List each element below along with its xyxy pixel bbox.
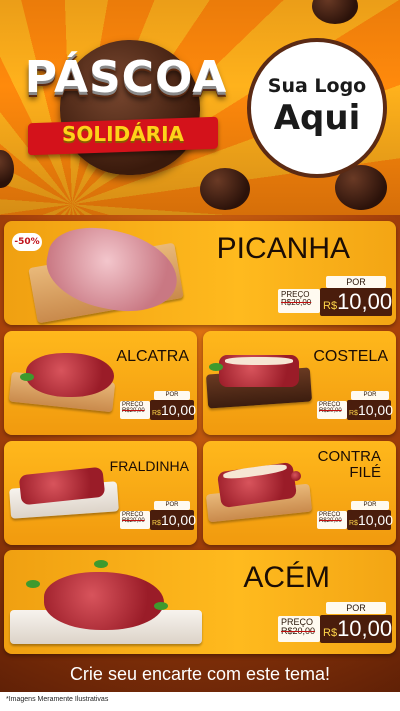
product-card-costela: COSTELA POR PREÇO R$20,00 R$10,00 xyxy=(203,331,396,435)
product-card-picanha: -50% PICANHA POR PREÇO R$20,00 R$10,00 xyxy=(4,221,396,325)
old-price: R$20,00 xyxy=(319,408,342,414)
price-value: 10,00 xyxy=(357,402,393,418)
currency: R$ xyxy=(349,410,358,417)
herb-garnish xyxy=(209,363,223,371)
price-label-box: PREÇO R$20,00 xyxy=(120,511,150,529)
por-label: POR xyxy=(326,276,386,288)
por-label: POR xyxy=(351,501,389,510)
price-value: 10,00 xyxy=(357,512,393,528)
logo-text-line1: Sua Logo xyxy=(267,75,367,97)
product-card-contra-file: CONTRA FILÉ POR PREÇO R$20,00 R$10,00 xyxy=(203,441,396,545)
product-name: FRALDINHA xyxy=(109,458,189,474)
currency: R$ xyxy=(349,520,358,527)
por-label: POR xyxy=(326,602,386,614)
price-box: R$10,00 xyxy=(150,400,196,420)
herb-garnish xyxy=(26,580,40,588)
product-name: ALCATRA xyxy=(116,348,189,365)
currency: R$ xyxy=(323,300,338,312)
currency: R$ xyxy=(152,410,161,417)
price-label-box: PREÇO R$20,00 xyxy=(278,289,320,313)
product-name-line1: CONTRA xyxy=(317,448,381,465)
price-box: R$10,00 xyxy=(320,615,392,643)
price-value: 10,00 xyxy=(337,616,393,641)
price-label-box: PREÇO R$20,00 xyxy=(120,401,150,419)
herb-garnish xyxy=(94,560,108,568)
product-card-acem: ACÉM POR PREÇO R$20,00 R$10,00 xyxy=(4,550,396,654)
old-price: R$20,00 xyxy=(281,626,316,636)
product-name: PICANHA xyxy=(216,232,350,265)
price-box: R$10,00 xyxy=(320,288,392,316)
tomato-garnish xyxy=(291,471,301,481)
chocolate-egg-decoration xyxy=(200,168,250,210)
footer-disclaimer: *Imagens Meramente Ilustrativas xyxy=(6,696,109,703)
price-label-box: PREÇO R$20,00 xyxy=(278,616,320,642)
product-name: ACÉM xyxy=(243,561,330,594)
price-label-box: PREÇO R$20,00 xyxy=(317,401,347,419)
price-value: 10,00 xyxy=(160,402,196,418)
herb-garnish xyxy=(154,602,168,610)
price-box: R$10,00 xyxy=(347,510,393,530)
old-price: R$20,00 xyxy=(122,518,145,524)
currency: R$ xyxy=(152,520,161,527)
por-label: POR xyxy=(154,391,190,400)
old-price: R$20,00 xyxy=(281,298,312,307)
herb-garnish xyxy=(20,373,34,381)
por-label: POR xyxy=(351,391,389,400)
discount-badge: -50% xyxy=(12,233,42,251)
product-card-alcatra: ALCATRA POR PREÇO R$20,00 R$10,00 xyxy=(4,331,197,435)
meat-image xyxy=(26,353,114,397)
price-box: R$10,00 xyxy=(150,510,196,530)
price-value: 10,00 xyxy=(337,289,393,314)
price-box: R$10,00 xyxy=(347,400,393,420)
banner-label: SOLIDÁRIA xyxy=(62,122,184,146)
product-card-fraldinha: FRALDINHA POR PREÇO R$20,00 R$10,00 xyxy=(4,441,197,545)
meat-fat-layer xyxy=(225,357,293,365)
flyer: PÁSCOA SOLIDÁRIA Sua Logo Aqui -50% PICA… xyxy=(0,0,400,711)
currency: R$ xyxy=(323,627,338,639)
page-title: PÁSCOA xyxy=(24,52,228,103)
product-name-line2: FILÉ xyxy=(349,464,381,481)
logo-text-line2: Aqui xyxy=(273,98,361,138)
call-to-action: Crie seu encarte com este tema! xyxy=(69,664,331,684)
meat-image xyxy=(44,572,164,630)
price-label-box: PREÇO R$20,00 xyxy=(317,511,347,529)
header: PÁSCOA SOLIDÁRIA Sua Logo Aqui xyxy=(0,0,400,215)
old-price: R$20,00 xyxy=(122,408,145,414)
product-name: COSTELA xyxy=(313,348,388,365)
price-value: 10,00 xyxy=(160,512,196,528)
por-label: POR xyxy=(154,501,190,510)
old-price: R$20,00 xyxy=(319,518,342,524)
